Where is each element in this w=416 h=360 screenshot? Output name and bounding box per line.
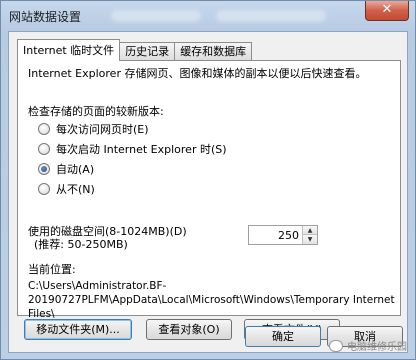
- disk-space-stepper[interactable]: 250 ▲ ▼: [248, 225, 318, 245]
- description-text: Internet Explorer 存储网页、图像和媒体的副本以便以后快速查看。: [28, 67, 367, 80]
- dialog-client: Internet 临时文件 历史记录 缓存和数据库 Internet Explo…: [8, 31, 408, 353]
- disk-space-label: 使用的磁盘空间(8-1024MB)(D) (推荐: 50-250MB): [28, 225, 187, 251]
- radio-button-selected[interactable]: [38, 163, 50, 175]
- title-bar-blur: [111, 10, 201, 22]
- stepper-buttons: ▲ ▼: [302, 226, 317, 244]
- watermark-text: 电脑维修乐园: [347, 342, 407, 353]
- disk-space-value[interactable]: 250: [278, 229, 299, 242]
- option-never[interactable]: 从不(N): [38, 181, 95, 197]
- window-title: 网站数据设置: [9, 10, 82, 24]
- option-every-visit[interactable]: 每次访问网页时(E): [38, 121, 149, 137]
- radio-button[interactable]: [38, 123, 50, 135]
- option-every-start[interactable]: 每次启动 Internet Explorer 时(S): [38, 141, 227, 157]
- option-automatic[interactable]: 自动(A): [38, 161, 94, 177]
- stepper-up-icon[interactable]: ▲: [303, 226, 317, 235]
- watermark: 电脑维修乐园: [329, 338, 407, 353]
- disk-space-range-label: 使用的磁盘空间(8-1024MB)(D): [28, 225, 187, 238]
- chat-bubble-icon: [329, 339, 343, 352]
- title-bar-blur: [216, 10, 326, 22]
- check-versions-label: 检查存储的页面的较新版本:: [28, 105, 164, 118]
- move-folder-button[interactable]: 移动文件夹(M)...: [24, 319, 132, 340]
- tab-strip: Internet 临时文件 历史记录 缓存和数据库: [17, 39, 253, 61]
- current-location-path: C:\Users\Administrator.BF-20190727PLFM\A…: [28, 280, 395, 320]
- tab-history[interactable]: 历史记录: [119, 42, 176, 61]
- view-objects-button[interactable]: 查看对象(O): [146, 319, 232, 340]
- close-button[interactable]: ✕: [365, 1, 409, 21]
- title-bar[interactable]: 网站数据设置 ✕: [1, 1, 415, 31]
- radio-button[interactable]: [38, 183, 50, 195]
- tab-temp-files[interactable]: Internet 临时文件: [17, 39, 121, 61]
- tab-panel-temp-files: Internet Explorer 存储网页、图像和媒体的副本以便以后快速查看。…: [17, 60, 401, 340]
- option-label: 每次访问网页时(E): [56, 123, 149, 136]
- option-label: 自动(A): [56, 163, 95, 176]
- close-icon: ✕: [381, 2, 393, 17]
- dialog-window: 网站数据设置 ✕ Internet 临时文件 历史记录 缓存和数据库 Inter…: [0, 0, 416, 360]
- tab-cache-databases[interactable]: 缓存和数据库: [174, 42, 253, 61]
- radio-button[interactable]: [38, 143, 50, 155]
- disk-space-hint: (推荐: 50-250MB): [34, 238, 128, 251]
- current-location-label: 当前位置:: [28, 263, 76, 276]
- stepper-down-icon[interactable]: ▼: [303, 235, 317, 244]
- ok-button[interactable]: 确定: [245, 326, 321, 347]
- option-label: 从不(N): [56, 183, 95, 196]
- option-label: 每次启动 Internet Explorer 时(S): [56, 143, 227, 156]
